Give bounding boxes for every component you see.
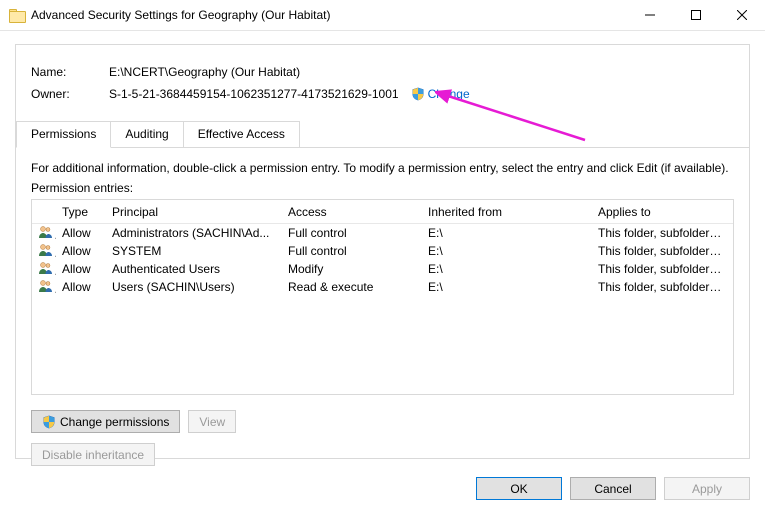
tab-effective-access[interactable]: Effective Access [183,121,300,148]
disable-inheritance-label: Disable inheritance [42,448,144,462]
cell-principal: Administrators (SACHIN\Ad... [106,226,282,240]
permission-entries-label: Permission entries: [16,181,749,199]
shield-icon [42,415,56,429]
ok-button[interactable]: OK [476,477,562,500]
tab-bar: Permissions Auditing Effective Access [16,121,749,148]
name-label: Name: [31,65,109,79]
table-header-row: Type Principal Access Inherited from App… [32,200,733,224]
users-icon [38,261,54,275]
cell-inherited: E:\ [422,226,592,240]
cell-type: Allow [56,280,106,294]
cell-applies: This folder, subfolders and files [592,280,733,294]
table-body: Allow Administrators (SACHIN\Ad... Full … [32,224,733,296]
button-bar-2: Disable inheritance [16,433,749,466]
cell-applies: This folder, subfolders and files [592,226,733,240]
users-icon [38,279,54,293]
cell-applies: This folder, subfolders and files [592,262,733,276]
view-label: View [199,415,225,429]
view-button: View [188,410,236,433]
content-frame: Name: E:\NCERT\Geography (Our Habitat) O… [15,44,750,459]
cell-access: Full control [282,226,422,240]
change-permissions-label: Change permissions [60,415,169,429]
table-row[interactable]: Allow Authenticated Users Modify E:\ Thi… [32,260,733,278]
cell-access: Modify [282,262,422,276]
minimize-button[interactable] [627,0,673,30]
cell-principal: Users (SACHIN\Users) [106,280,282,294]
cell-access: Read & execute [282,280,422,294]
col-type[interactable]: Type [56,200,106,223]
cell-inherited: E:\ [422,244,592,258]
cell-principal: Authenticated Users [106,262,282,276]
title-bar: Advanced Security Settings for Geography… [0,0,765,31]
apply-button: Apply [664,477,750,500]
disable-inheritance-button: Disable inheritance [31,443,155,466]
properties-area: Name: E:\NCERT\Geography (Our Habitat) O… [16,45,749,117]
users-icon [38,243,54,257]
window-buttons [627,0,765,30]
footer-buttons: OK Cancel Apply [476,477,750,500]
shield-icon [411,87,425,101]
owner-value: S-1-5-21-3684459154-1062351277-417352162… [109,87,399,101]
instruction-text: For additional information, double-click… [16,148,749,181]
table-row[interactable]: Allow Users (SACHIN\Users) Read & execut… [32,278,733,296]
name-value: E:\NCERT\Geography (Our Habitat) [109,65,300,79]
cell-inherited: E:\ [422,262,592,276]
cell-inherited: E:\ [422,280,592,294]
col-principal[interactable]: Principal [106,200,282,223]
col-inherited[interactable]: Inherited from [422,200,592,223]
cell-type: Allow [56,262,106,276]
table-row[interactable]: Allow Administrators (SACHIN\Ad... Full … [32,224,733,242]
cancel-button[interactable]: Cancel [570,477,656,500]
change-permissions-button[interactable]: Change permissions [31,410,180,433]
cell-access: Full control [282,244,422,258]
cell-type: Allow [56,244,106,258]
col-access[interactable]: Access [282,200,422,223]
users-icon [38,225,54,239]
cell-type: Allow [56,226,106,240]
change-owner-link[interactable]: Change [428,87,470,101]
col-applies[interactable]: Applies to [592,200,733,223]
maximize-button[interactable] [673,0,719,30]
permission-entries-table[interactable]: Type Principal Access Inherited from App… [31,199,734,395]
table-row[interactable]: Allow SYSTEM Full control E:\ This folde… [32,242,733,260]
close-button[interactable] [719,0,765,30]
cell-applies: This folder, subfolders and files [592,244,733,258]
button-bar-1: Change permissions View [16,395,749,433]
folder-icon [9,9,25,22]
tab-permissions[interactable]: Permissions [16,121,111,148]
owner-label: Owner: [31,87,109,101]
tab-auditing[interactable]: Auditing [110,121,183,148]
window-title: Advanced Security Settings for Geography… [31,8,330,22]
col-icon[interactable] [32,200,56,223]
cell-principal: SYSTEM [106,244,282,258]
